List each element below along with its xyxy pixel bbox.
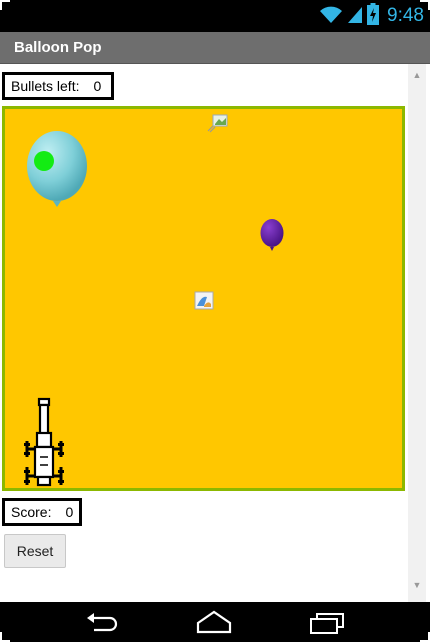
scroll-down-icon[interactable]: ▼ — [412, 580, 422, 590]
purple-balloon[interactable] — [259, 219, 285, 258]
app-title-bar: Balloon Pop — [0, 32, 430, 64]
bullets-left-text: Bullets left: — [11, 78, 80, 94]
bullets-left-value: 0 — [93, 78, 102, 94]
home-icon[interactable] — [195, 610, 233, 639]
light-blue-balloon[interactable] — [25, 131, 89, 220]
battery-icon — [367, 2, 380, 30]
corner-mark — [0, 0, 10, 10]
bullets-left-label: Bullets left: 0 — [2, 72, 114, 100]
status-bar: 9:48 — [0, 0, 430, 32]
back-icon[interactable] — [84, 610, 120, 639]
app-title: Balloon Pop — [14, 39, 102, 56]
cannon[interactable] — [23, 397, 65, 494]
recent-apps-icon[interactable] — [309, 610, 345, 639]
navigation-bar — [0, 602, 430, 642]
green-target-dot — [34, 151, 54, 171]
signal-icon — [347, 4, 363, 29]
broken-image-icon — [194, 291, 216, 316]
corner-mark — [0, 632, 10, 642]
scroll-up-icon[interactable]: ▲ — [412, 70, 422, 80]
corner-mark — [420, 0, 430, 10]
game-canvas[interactable] — [2, 106, 405, 491]
score-label: Score: 0 — [2, 498, 82, 526]
screen-content: Bullets left: 0 Score: 0 Reset ▲ ▼ — [0, 64, 430, 602]
broken-image-icon — [207, 113, 229, 138]
status-clock: 9:48 — [387, 5, 424, 26]
score-value: 0 — [65, 504, 74, 520]
wifi-icon — [319, 4, 343, 29]
vertical-scrollbar[interactable]: ▲ ▼ — [408, 64, 426, 602]
reset-button[interactable]: Reset — [4, 534, 66, 568]
status-icons: 9:48 — [319, 2, 424, 30]
corner-mark — [420, 632, 430, 642]
score-text: Score: — [11, 504, 52, 520]
